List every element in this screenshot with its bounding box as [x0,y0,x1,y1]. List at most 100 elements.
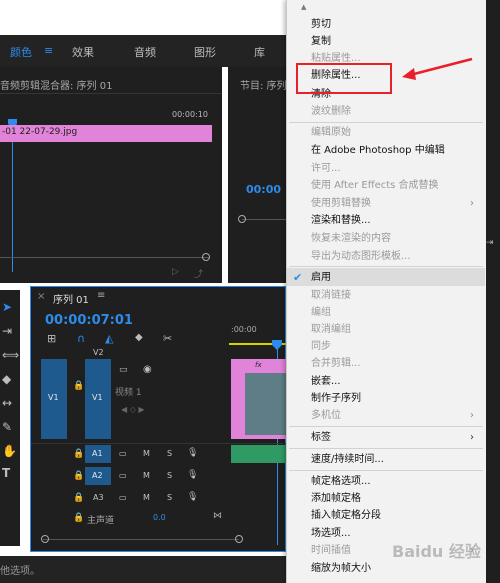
timeline-playhead-icon[interactable] [272,335,282,350]
lock-icon[interactable]: 🔒 [73,471,84,481]
menu-item-time-interpolation: 时间插值 [311,545,351,556]
tab-graphics[interactable]: 图形 [194,44,216,60]
menu-item-group: 编组 [311,307,331,318]
scroll-track[interactable] [0,257,210,258]
solo-button[interactable]: S [167,449,172,458]
master-volume-value[interactable]: 0.0 [153,513,166,522]
tab-menu-icon[interactable]: ≡ [44,44,53,57]
wrench-icon[interactable]: ✂ [163,332,172,345]
menu-separator [289,266,483,267]
timeline-video-clip[interactable]: fx [231,359,287,439]
timeline-audio-clip[interactable] [231,445,287,463]
mute-button[interactable]: M [143,449,150,458]
submenu-chevron-icon: › [470,198,474,209]
mic-icon[interactable]: 🎙 [187,470,198,480]
playhead-line [12,122,13,272]
tab-audio[interactable]: 音频 [134,44,156,60]
lock-icon[interactable]: 🔒 [73,493,84,503]
keyframe-nav-icon[interactable]: ◀ ◇ ▶ [121,405,145,414]
linked-selection-icon[interactable]: ◭ [105,332,113,345]
submenu-chevron-icon: › [470,410,474,421]
close-icon[interactable]: × [37,291,45,302]
clip-name: -01 22-07-29.jpg [2,127,78,137]
menu-separator [289,426,483,427]
track-a1-target[interactable]: A1 [85,445,111,463]
track-divider [31,443,287,444]
program-monitor-panel: 节目: 序列 00:00 [228,67,287,283]
insert-icon[interactable]: ▷ [172,267,179,277]
menu-item-speed-duration[interactable]: 速度/持续时间... [311,454,384,466]
menu-item-nest[interactable]: 嵌套... [311,376,341,388]
menu-item-unlink: 取消链接 [311,290,351,301]
mic-icon[interactable]: 🎙 [187,448,198,458]
menu-item-add-frame-hold[interactable]: 添加帧定格 [311,493,361,505]
sync-lock-icon[interactable]: ▭ [119,365,128,375]
solo-button[interactable]: S [167,493,172,502]
tab-libraries[interactable]: 库 [254,44,265,60]
razor-icon[interactable]: ◆ [2,372,11,386]
mute-button[interactable]: M [143,471,150,480]
slip-icon[interactable]: ↔ [2,396,12,410]
menu-item-cut[interactable]: 剪切 [311,19,331,31]
checkmark-icon: ✔ [293,271,303,284]
playhead-marker-icon[interactable] [8,113,17,128]
snap-icon[interactable]: ∩ [77,332,85,345]
audio-clip-mixer-panel: 音频剪辑混合器: 序列 01 00:00:10 -01 22-07-29.jpg… [0,67,222,283]
sync-lock-icon[interactable]: ▭ [119,471,127,480]
timeline-timecode[interactable]: 00:00:07:01 [45,313,133,328]
menu-item-render-and-replace[interactable]: 渲染和替换... [311,215,371,227]
master-expand-icon[interactable]: ⋈ [213,511,222,521]
menu-separator [289,122,483,123]
timeline-tab-title[interactable]: 序列 01 [53,291,89,306]
lock-icon[interactable]: 🔒 [73,449,84,459]
lock-icon[interactable]: 🔒 [73,381,84,391]
program-scroll-handle[interactable] [238,215,246,223]
lock-icon[interactable]: 🔒 [73,513,84,523]
sync-lock-icon[interactable]: ▭ [119,449,127,458]
panel-more-icon[interactable]: ⇥ [486,238,494,248]
sync-lock-icon[interactable]: ▭ [119,493,127,502]
mic-icon[interactable]: 🎙 [187,492,198,502]
scroll-up-icon[interactable]: ▲ [301,3,306,11]
selection-tool-icon[interactable]: ➤ [2,300,12,314]
solo-button[interactable]: S [167,471,172,480]
mute-button[interactable]: M [143,493,150,502]
scroll-handle[interactable] [202,253,210,261]
track-a2-target[interactable]: A2 [85,467,111,485]
tab-menu-icon[interactable]: ≡ [97,290,105,301]
program-scrub-bar[interactable] [242,219,286,220]
menu-item-edit-original: 编辑原始 [311,127,351,138]
program-title: 节目: 序列 [240,81,287,92]
menu-item-enable[interactable]: 启用 [311,272,331,284]
menu-item-frame-hold-options[interactable]: 帧定格选项... [311,476,371,488]
menu-item-label[interactable]: 标签 [311,432,331,444]
timeline-scroll-handle-right[interactable] [235,535,243,543]
export-frame-icon[interactable]: ⤴ [194,267,203,280]
menu-item-copy[interactable]: 复制 [311,36,331,48]
tab-effects[interactable]: 效果 [72,44,94,60]
menu-item-insert-frame-hold-segment[interactable]: 插入帧定格分段 [311,510,381,522]
timeline-scroll-handle-left[interactable] [41,535,49,543]
tab-color[interactable]: 颜色 [10,44,32,60]
program-timecode[interactable]: 00:00 [246,183,281,196]
ripple-edit-icon[interactable]: ⟺ [2,348,19,362]
master-track-label: 主声道 [87,516,115,526]
nest-toggle-icon[interactable]: ⊞ [47,332,56,345]
track-v1-target[interactable]: V1 [85,359,111,439]
menu-item-make-subsequence[interactable]: 制作子序列 [311,393,361,405]
highlight-box [296,63,392,94]
menu-item-scale-to-frame-size[interactable]: 缩放为帧大小 [311,563,371,575]
pen-icon[interactable]: ✎ [2,420,12,434]
menu-item-field-options[interactable]: 场选项... [311,528,351,540]
timeline-scroll-track[interactable] [43,539,239,540]
track-select-icon[interactable]: ⇥ [2,324,12,338]
hand-icon[interactable]: ✋ [2,444,17,458]
source-v1-patch[interactable]: V1 [41,359,67,439]
eye-icon[interactable]: ◉ [143,364,152,375]
image-clip[interactable]: -01 22-07-29.jpg [0,125,212,142]
tools-panel: ➤ ⇥ ⟺ ◆ ↔ ✎ ✋ T [0,290,20,546]
marker-icon[interactable]: ◆ [135,332,143,343]
menu-item-replace-with-clip: 使用剪辑替换 [311,198,371,209]
type-icon[interactable]: T [2,466,10,480]
menu-item-edit-in-photoshop[interactable]: 在 Adobe Photoshop 中编辑 [311,145,445,157]
